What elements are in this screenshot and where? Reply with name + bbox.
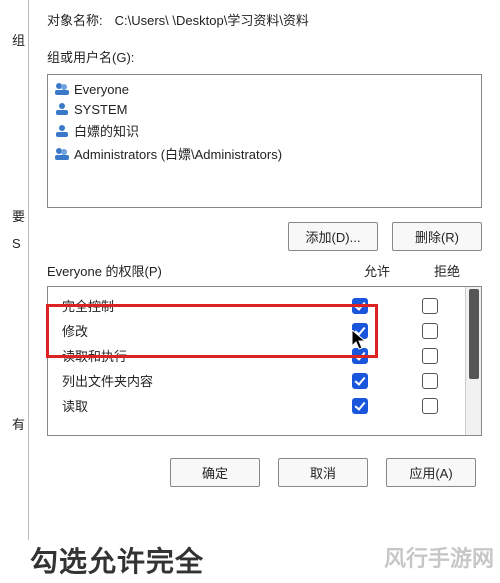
perm-name: 完全控制 <box>62 296 325 315</box>
group-label: SYSTEM <box>74 102 127 117</box>
person-icon <box>54 101 70 117</box>
remove-button[interactable]: 删除(R) <box>392 222 482 251</box>
two-person-icon <box>54 146 70 162</box>
group-row[interactable]: Everyone <box>54 79 475 99</box>
object-name-label: 对象名称: <box>47 10 103 29</box>
allow-checkbox[interactable] <box>352 348 368 364</box>
group-label: Administrators (白嫖\Administrators) <box>74 144 282 163</box>
perm-name: 读取和执行 <box>62 346 325 365</box>
deny-checkbox[interactable] <box>422 298 438 314</box>
deny-header: 拒绝 <box>412 261 482 280</box>
allow-checkbox[interactable] <box>352 398 368 414</box>
perm-row-read-execute: 读取和执行 <box>48 343 465 368</box>
left-label-4: 有 <box>12 414 25 433</box>
apply-button[interactable]: 应用(A) <box>386 458 476 487</box>
ok-button[interactable]: 确定 <box>170 458 260 487</box>
perm-row-list-folder: 列出文件夹内容 <box>48 368 465 393</box>
left-label-1: 组 <box>12 30 25 49</box>
group-row[interactable]: 白嫖的知识 <box>54 119 475 142</box>
permissions-title: Everyone 的权限(P) <box>47 261 342 280</box>
left-label-2: 要 <box>12 206 25 225</box>
group-row[interactable]: SYSTEM <box>54 99 475 119</box>
perm-row-read: 读取 <box>48 393 465 418</box>
watermark-text: 风行手游网 <box>384 541 494 573</box>
perm-row-modify: 修改 <box>48 318 465 343</box>
allow-header: 允许 <box>342 261 412 280</box>
caption-text: 勾选允许完全 <box>30 540 204 580</box>
deny-checkbox[interactable] <box>422 398 438 414</box>
cancel-button[interactable]: 取消 <box>278 458 368 487</box>
object-name-value: C:\Users\ \Desktop\学习资料\资料 <box>115 10 309 29</box>
security-dialog: 对象名称: C:\Users\ \Desktop\学习资料\资料 组或用户名(G… <box>28 0 500 540</box>
left-strip: 组 要 S 有 <box>0 0 28 540</box>
perm-row-full-control: 完全控制 <box>48 293 465 318</box>
left-label-3: S <box>12 236 21 251</box>
allow-checkbox[interactable] <box>352 373 368 389</box>
add-button[interactable]: 添加(D)... <box>288 222 378 251</box>
groups-label: 组或用户名(G): <box>29 33 500 70</box>
allow-checkbox[interactable] <box>352 298 368 314</box>
group-label: 白嫖的知识 <box>74 121 139 140</box>
deny-checkbox[interactable] <box>422 373 438 389</box>
allow-checkbox[interactable] <box>352 323 368 339</box>
perm-name: 列出文件夹内容 <box>62 371 325 390</box>
perm-name: 修改 <box>62 321 325 340</box>
two-person-icon <box>54 81 70 97</box>
permissions-listbox[interactable]: 完全控制 修改 读取和执行 列出文件夹内容 <box>47 286 482 436</box>
perm-name: 读取 <box>62 396 325 415</box>
scrollbar[interactable] <box>465 287 481 435</box>
deny-checkbox[interactable] <box>422 348 438 364</box>
person-icon <box>54 123 70 139</box>
scrollbar-thumb[interactable] <box>469 289 479 379</box>
group-label: Everyone <box>74 82 129 97</box>
group-row[interactable]: Administrators (白嫖\Administrators) <box>54 142 475 165</box>
deny-checkbox[interactable] <box>422 323 438 339</box>
groups-listbox[interactable]: Everyone SYSTEM 白嫖的知识 Administrators (白嫖… <box>47 74 482 208</box>
